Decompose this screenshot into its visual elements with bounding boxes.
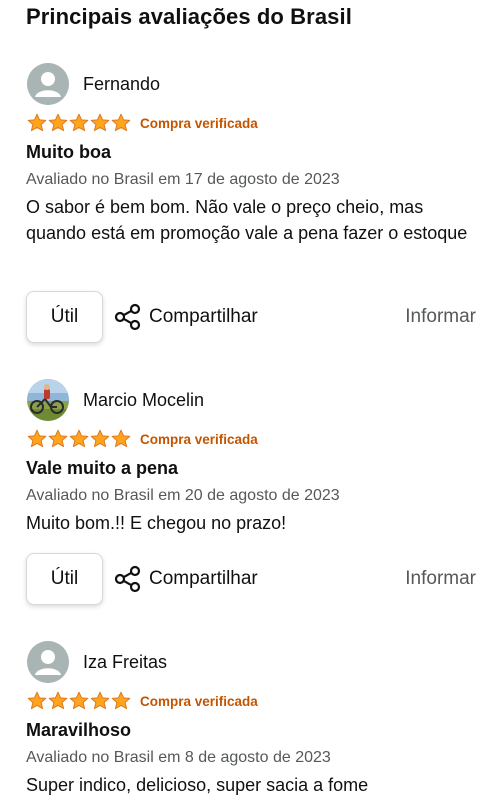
star-icon — [27, 691, 47, 710]
star-rating — [27, 113, 131, 133]
verified-purchase-badge: Compra verificada — [140, 431, 258, 447]
review-actions: Útil Compartilhar Informar — [26, 291, 476, 345]
share-icon — [114, 565, 141, 593]
star-icon — [90, 691, 110, 710]
review-author[interactable]: Iza Freitas — [27, 640, 167, 684]
star-icon — [69, 113, 89, 132]
review-actions: Útil Compartilhar Informar — [26, 553, 476, 607]
verified-purchase-badge: Compra verificada — [140, 115, 258, 131]
share-label: Compartilhar — [149, 568, 258, 589]
review-date: Avaliado no Brasil em 17 de agosto de 20… — [26, 171, 340, 188]
star-icon — [111, 429, 131, 448]
helpful-button[interactable]: Útil — [26, 553, 103, 605]
share-button[interactable]: Compartilhar — [114, 553, 258, 605]
review-author[interactable]: Fernando — [27, 62, 160, 106]
review-date: Avaliado no Brasil em 8 de agosto de 202… — [26, 749, 331, 766]
report-link[interactable]: Informar — [405, 553, 476, 605]
star-icon — [111, 113, 131, 132]
star-icon — [48, 113, 68, 132]
author-name: Marcio Mocelin — [83, 389, 205, 410]
rating-row[interactable]: Compra verificada — [27, 112, 258, 134]
review-body: Super indico, delicioso, super sacia a f… — [26, 775, 369, 795]
star-icon — [69, 691, 89, 710]
star-icon — [111, 691, 131, 710]
page-title: Principais avaliações do Brasil — [26, 4, 352, 29]
review-body: O sabor é bem bom. Não vale o preço chei… — [26, 197, 468, 243]
star-icon — [27, 113, 47, 132]
star-icon — [90, 429, 110, 448]
default-avatar-icon — [27, 63, 69, 105]
share-label: Compartilhar — [149, 306, 258, 327]
rating-row[interactable]: Compra verificada — [27, 428, 258, 450]
star-rating — [27, 691, 131, 711]
rating-row[interactable]: Compra verificada — [27, 690, 258, 712]
share-button[interactable]: Compartilhar — [114, 291, 258, 343]
star-icon — [69, 429, 89, 448]
review-author[interactable]: Marcio Mocelin — [27, 378, 204, 422]
verified-purchase-badge: Compra verificada — [140, 693, 258, 709]
photo-avatar — [27, 379, 69, 421]
report-link[interactable]: Informar — [405, 291, 476, 343]
author-name: Fernando — [83, 73, 161, 94]
star-icon — [90, 113, 110, 132]
review-date: Avaliado no Brasil em 20 de agosto de 20… — [26, 487, 340, 504]
author-name: Iza Freitas — [83, 651, 168, 672]
share-icon — [114, 303, 141, 331]
helpful-button[interactable]: Útil — [26, 291, 103, 343]
default-avatar-icon — [27, 641, 69, 683]
star-icon — [48, 429, 68, 448]
star-icon — [48, 691, 68, 710]
review-title[interactable]: Muito boa — [26, 142, 111, 163]
star-icon — [27, 429, 47, 448]
review-body: Muito bom.!! E chegou no prazo! — [26, 513, 287, 533]
review-title[interactable]: Maravilhoso — [26, 720, 131, 741]
star-rating — [27, 429, 131, 449]
review-title[interactable]: Vale muito a pena — [26, 458, 178, 479]
